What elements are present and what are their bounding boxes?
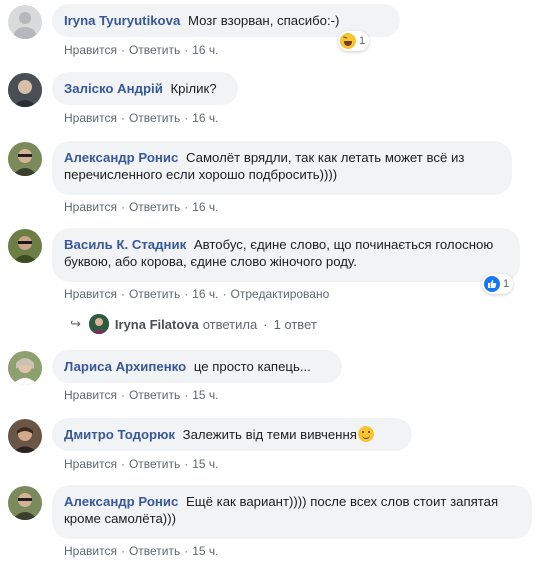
timestamp[interactable]: 15 ч. [192,457,218,471]
comment-text: це просто капець... [193,359,311,374]
comment-bubble: Василь К. Стадник Автобус, єдине слово, … [52,228,520,282]
separator: · [120,287,125,301]
reply-arrow-icon: ↪ [70,316,81,331]
separator: · [184,388,189,402]
avatar[interactable] [8,73,42,107]
timestamp[interactable]: 16 ч. [192,200,218,214]
comment-author[interactable]: Дмитро Тодорюк [64,427,175,442]
comment-actions: Нравится · Ответить · 16 ч. [64,200,219,214]
separator: · [184,544,189,558]
comment-author[interactable]: Александр Ронис [64,150,178,165]
like-link[interactable]: Нравится [64,544,117,558]
reply-link[interactable]: Ответить [129,287,180,301]
avatar[interactable] [8,142,42,176]
comment-author[interactable]: Александр Ронис [64,494,178,509]
reply-link[interactable]: Ответить [129,43,180,57]
comment-text: Крілик? [170,81,217,96]
reaction-count: 1 [503,278,510,290]
reply-author: Iryna Filatova [114,316,199,332]
timestamp[interactable]: 16 ч. [192,43,218,57]
comment-bubble: Александр Ронис Ещё как вариант)))) посл… [52,485,532,539]
haha-icon [340,33,356,49]
reply-link[interactable]: Ответить [129,544,180,558]
reply-thread-link[interactable]: ↪ Iryna Filatova ответила · 1 ответ [70,313,317,335]
comment-author[interactable]: Василь К. Стадник [64,237,186,252]
reply-link[interactable]: Ответить [129,200,180,214]
reply-link[interactable]: Ответить [129,388,180,402]
reply-verb: ответила [202,316,258,332]
comment-bubble: Лариса Архипенко це просто капець... [52,350,342,383]
comment-text: Мозг взорван, спасибо:-) [187,13,340,28]
separator: · [184,111,189,125]
comment-bubble: Заліско Андрій Крілик? [52,72,238,105]
separator: · [263,316,268,332]
like-link[interactable]: Нравится [64,457,117,471]
separator: · [184,200,189,214]
comment-author[interactable]: Iryna Tyuryutikova [64,13,180,28]
like-link[interactable]: Нравится [64,111,117,125]
reply-count: 1 ответ [273,316,317,332]
comment-actions: Нравится · Ответить · 15 ч. [64,457,219,471]
reaction-badge[interactable]: 1 [482,274,514,294]
separator: · [184,43,189,57]
like-icon [484,276,500,292]
avatar[interactable] [8,486,42,520]
avatar[interactable] [8,5,42,39]
separator: · [120,544,125,558]
separator: · [120,43,125,57]
separator: · [222,287,227,301]
comment-actions: Нравится · Ответить · 16 ч. · Отредактировано [64,287,329,301]
timestamp[interactable]: 16 ч. [192,287,218,301]
avatar [88,314,109,334]
timestamp[interactable]: 15 ч. [192,388,218,402]
like-link[interactable]: Нравится [64,388,117,402]
reaction-count: 1 [359,35,366,47]
like-link[interactable]: Нравится [64,200,117,214]
avatar[interactable] [8,351,42,385]
comment-actions: Нравится · Ответить · 16 ч. [64,43,219,57]
avatar[interactable] [8,229,42,263]
comment-bubble: Дмитро Тодорюк Залежить від теми вивченн… [52,418,412,451]
comment-author[interactable]: Лариса Архипенко [64,359,186,374]
separator: · [120,457,125,471]
edited-label[interactable]: Отредактировано [231,287,330,301]
comment-actions: Нравится · Ответить · 15 ч. [64,544,219,558]
separator: · [120,388,125,402]
reaction-badge[interactable]: 1 [338,31,370,51]
timestamp[interactable]: 16 ч. [192,111,218,125]
comment-actions: Нравится · Ответить · 16 ч. [64,111,219,125]
like-link[interactable]: Нравится [64,43,117,57]
comment-author[interactable]: Заліско Андрій [64,81,163,96]
avatar[interactable] [8,419,42,453]
comment-bubble: Александр Ронис Самолёт врядли, так как … [52,141,512,195]
comment-text: Залежить від теми вивчення [182,427,357,442]
comment-actions: Нравится · Ответить · 15 ч. [64,388,219,402]
separator: · [120,111,125,125]
separator: · [120,200,125,214]
wink-emoji-icon [357,426,374,442]
timestamp[interactable]: 15 ч. [192,544,218,558]
like-link[interactable]: Нравится [64,287,117,301]
reply-link[interactable]: Ответить [129,111,180,125]
separator: · [184,457,189,471]
reply-link[interactable]: Ответить [129,457,180,471]
separator: · [184,287,189,301]
